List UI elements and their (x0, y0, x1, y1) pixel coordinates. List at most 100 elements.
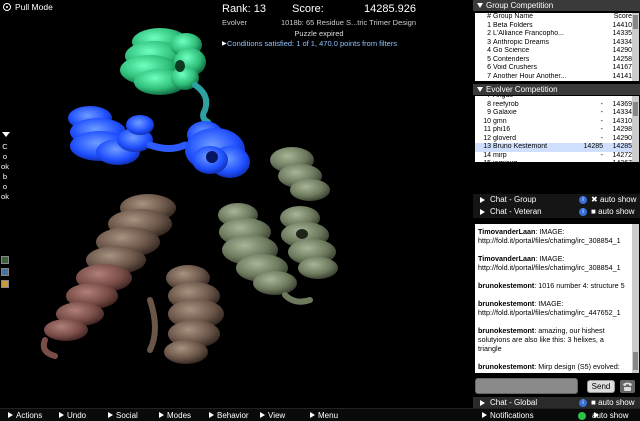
row-rank: 2 (487, 30, 491, 37)
protein-chain-brown (40, 194, 224, 364)
col-name: Group Name (493, 13, 534, 20)
send-button[interactable]: Send (587, 380, 615, 393)
row-current-score: 14285 (583, 143, 603, 150)
row-current-score: - (600, 134, 603, 142)
protein-chain-blue (68, 106, 250, 178)
row-rank: 9 (487, 109, 491, 116)
chat-author: TimovanderLaan (478, 227, 536, 236)
evolver-list-row[interactable]: 8 reefyrob - 14369 (475, 101, 632, 110)
row-score: 14410 (612, 21, 632, 29)
evolver-competition-title: Evolver Competition (486, 85, 558, 94)
chat-message: brunokestemont: IMAGE: http://fold.it/po… (478, 299, 629, 317)
actions-menu[interactable]: Actions (6, 410, 42, 421)
phone-icon[interactable] (620, 380, 635, 393)
info-icon[interactable]: i (579, 399, 587, 407)
group-list-row[interactable]: 4 Go Science 14290 (475, 47, 632, 56)
row-rank: 7 (487, 72, 491, 80)
protein-viewport[interactable]: Pull Mode (0, 0, 472, 408)
group-list-row[interactable]: 5 Contenders 14258 (475, 56, 632, 65)
undo-menu[interactable]: Undo (57, 410, 86, 421)
evolver-list-row[interactable]: 15jamiexq-14267 (475, 160, 632, 162)
group-list-scrollbar[interactable] (632, 13, 639, 81)
row-name: Beta Folders (493, 21, 533, 29)
chat-author: brunokestemont (478, 326, 535, 335)
info-icon[interactable]: i (579, 196, 587, 204)
row-rank: 15 (477, 160, 493, 162)
row-name: jamiexq (493, 160, 579, 162)
group-list-row[interactable]: 7 Another Hour Another... 14141 (475, 73, 632, 82)
group-list-row[interactable]: 3 Anthropic Dreams 14334 (475, 39, 632, 48)
group-list-row[interactable]: 1 Beta Folders 14410 (475, 22, 632, 31)
social-menu[interactable]: Social (106, 410, 138, 421)
row-name: Another Hour Another... (493, 72, 567, 80)
cookbook-tab[interactable]: Cookbook (0, 130, 10, 225)
group-competition-title: Group Competition (486, 1, 554, 10)
row-name: mirp (493, 151, 507, 159)
evolver-competition-header[interactable]: Evolver Competition (473, 84, 640, 95)
row-current-score: - (600, 151, 603, 159)
score-value: 14285.926 (364, 3, 416, 15)
evolver-list-row[interactable]: 10 gmn - 14310 (475, 118, 632, 127)
row-rank: 6 (487, 64, 491, 71)
row-score: 14298 (612, 126, 632, 133)
chat-text: : Mirp design (S5) evolved: (534, 362, 620, 371)
recipe-icon[interactable] (1, 256, 9, 264)
evolver-list-row[interactable]: 9 Galaxie - 14334 (475, 109, 632, 118)
row-rank: 11 (483, 126, 491, 133)
chat-group-tab[interactable]: Chat - Group i ✖ auto show (473, 194, 640, 206)
notes-icon[interactable] (1, 280, 9, 288)
info-icon[interactable]: i (579, 208, 587, 216)
row-name: gmn (493, 117, 507, 125)
chat-input[interactable] (475, 378, 578, 394)
auto-show-toggle[interactable]: ■ auto show (591, 206, 635, 218)
group-list-header: # Group Name Score (475, 13, 632, 22)
evolver-list-row[interactable]: 14 mirp - 14272 (475, 152, 632, 161)
row-score: 14290 (612, 134, 632, 142)
row-current-score: - (579, 160, 607, 162)
evolver-list-scrollbar[interactable] (632, 96, 639, 162)
auto-show-toggle[interactable]: ✖ auto show (591, 194, 636, 206)
row-score: 14334 (612, 109, 632, 116)
chat-veteran-tab[interactable]: Chat - Veteran i ■ auto show (473, 206, 640, 218)
row-rank: 10 (483, 117, 491, 125)
notifications-tab[interactable]: Notifications (480, 410, 534, 421)
col-rank: # (487, 13, 491, 20)
chat-global-label: Chat - Global (490, 398, 538, 407)
menu-menu[interactable]: Menu (308, 410, 338, 421)
group-competition-header[interactable]: Group Competition (473, 0, 640, 11)
chat-message: brunokestemont: 1016 number 4: structure… (478, 281, 629, 290)
pull-mode-icon (3, 3, 11, 11)
row-current-score: - (600, 100, 603, 108)
chat-author: TimovanderLaan (478, 254, 536, 263)
folder-icon[interactable] (1, 268, 9, 276)
group-list-row[interactable]: 2 L'Alliance Francopho... 14335 (475, 30, 632, 39)
group-list-row[interactable]: 6 Void Crushers 14167 (475, 64, 632, 73)
row-rank: 13 (483, 143, 491, 150)
row-name: gloverd (493, 134, 516, 142)
chat-message: brunokestemont: amazing, our hishest sol… (478, 326, 629, 353)
conditions-toggle[interactable]: ▶ Conditions satisfied: 1 of 1, 470.0 po… (219, 38, 419, 50)
behavior-menu[interactable]: Behavior (207, 410, 249, 421)
row-score: 14334 (612, 38, 632, 46)
pull-mode-indicator[interactable]: Pull Mode (3, 2, 53, 12)
chevron-down-icon (2, 132, 10, 137)
view-menu[interactable]: View (258, 410, 285, 421)
col-score: Score (613, 13, 632, 20)
chat-message: TimovanderLaan: IMAGE: http://fold.it/po… (478, 254, 629, 272)
modes-menu[interactable]: Modes (157, 410, 191, 421)
play-triangle-icon: ▶ (222, 41, 227, 47)
pull-mode-label: Pull Mode (15, 2, 53, 12)
row-score: 14310 (612, 117, 632, 125)
chat-author: brunokestemont (478, 362, 535, 371)
chat-scrollbar[interactable] (632, 224, 639, 373)
notifications-auto-show[interactable]: auto show (592, 410, 628, 421)
row-current-score: - (600, 109, 603, 116)
evolver-list-row[interactable]: 11 phi16 - 14298 (475, 126, 632, 135)
evolver-list-row[interactable]: 13 Bruno Kestemont 14285 14285 (475, 143, 632, 152)
row-name: phi16 (493, 126, 511, 133)
row-current-score: - (600, 117, 603, 125)
protein-render[interactable] (0, 0, 472, 408)
evolver-list-row[interactable]: 12 gloverd - 14290 (475, 135, 632, 144)
auto-show-label: auto show (598, 207, 635, 216)
chat-text: : 1016 number 4: structure 5 (534, 281, 625, 290)
